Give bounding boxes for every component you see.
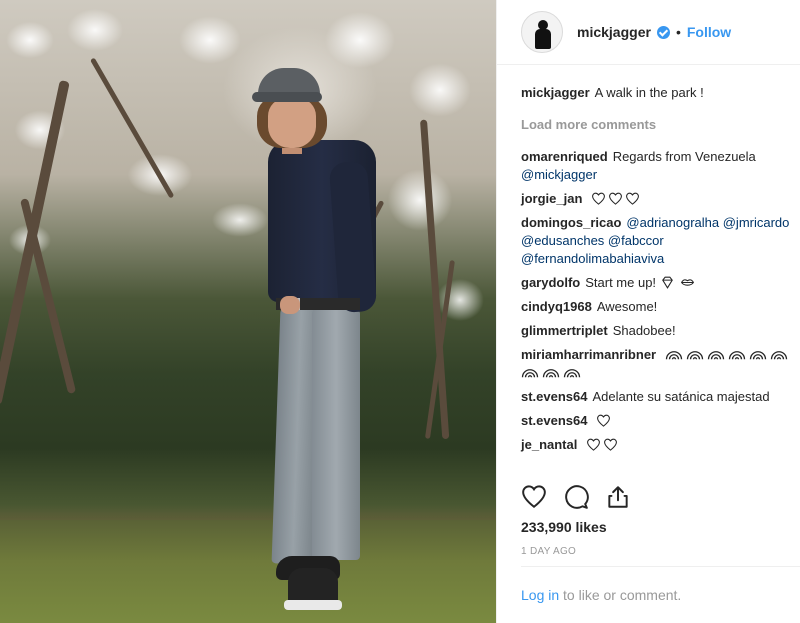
rainbow-emoji-icon — [665, 351, 682, 360]
heart-emoji-icon — [603, 438, 618, 451]
comment-mention[interactable]: @edusanches @fabccor — [521, 233, 664, 248]
comment-item: garydolfo Start me up! — [521, 274, 800, 292]
post-photo[interactable] — [0, 0, 496, 623]
photo-tree-branch — [20, 198, 77, 395]
comment-icon[interactable] — [563, 484, 589, 510]
post-header: mickjagger • Follow — [497, 0, 800, 65]
comment-item: omarenriqued Regards from Venezuela @mick… — [521, 148, 800, 184]
comment-text: Shadobee! — [612, 323, 676, 338]
verified-badge-icon — [656, 25, 670, 39]
comments-list: mickjagger A walk in the park ! Load more… — [521, 84, 800, 460]
rainbow-emoji-icon — [707, 351, 724, 360]
comment-username[interactable]: omarenriqued — [521, 149, 608, 164]
person-shoe-sole — [284, 600, 342, 610]
divider — [521, 566, 800, 567]
comment-mention[interactable]: @fernandolimabahiaviva — [521, 251, 664, 266]
share-icon[interactable] — [605, 484, 631, 510]
comment-text: Start me up! — [585, 275, 657, 290]
caption: mickjagger A walk in the park ! — [521, 84, 800, 102]
comment-text: Adelante su satánica majestad — [592, 389, 770, 404]
header-username[interactable]: mickjagger — [577, 24, 651, 40]
rainbow-emoji-icon — [542, 369, 560, 378]
header-separator: • — [675, 24, 681, 40]
comment-username[interactable]: je_nantal — [521, 437, 577, 452]
caption-text: A walk in the park ! — [594, 85, 704, 100]
rainbow-emoji-icon — [686, 351, 703, 360]
comment-mention[interactable]: @mickjagger — [521, 167, 597, 182]
rainbow-emoji-icon — [749, 351, 766, 360]
post-side-panel: mickjagger • Follow mickjagger A walk in … — [496, 0, 800, 623]
rainbow-emoji-icon — [521, 369, 539, 378]
login-prompt-text: to like or comment. — [563, 587, 682, 603]
rainbow-emoji-icon — [728, 351, 745, 360]
heart-icon[interactable] — [521, 484, 547, 510]
comment-item: st.evens64 — [521, 412, 800, 430]
heart-emoji-icon — [608, 192, 623, 205]
comment-item: st.evens64 Adelante su satánica majestad — [521, 388, 800, 406]
photo-grass — [0, 520, 496, 623]
person-face — [268, 98, 316, 148]
diamond-emoji-icon — [660, 276, 675, 289]
comment-item: cindyq1968 Awesome! — [521, 298, 800, 316]
heart-emoji-icon — [625, 192, 640, 205]
comment-username[interactable]: st.evens64 — [521, 389, 588, 404]
login-prompt: Log in to like or comment. — [521, 587, 681, 603]
likes-count[interactable]: 233,990 likes — [521, 519, 607, 535]
lips-emoji-icon — [680, 276, 695, 289]
comment-username[interactable]: domingos_ricao — [521, 215, 621, 230]
person-hand — [280, 296, 300, 314]
comment-username[interactable]: st.evens64 — [521, 413, 588, 428]
rainbow-emoji-icon — [770, 351, 787, 360]
heart-emoji-icon — [596, 414, 611, 427]
comment-username[interactable]: cindyq1968 — [521, 299, 592, 314]
avatar[interactable] — [521, 11, 563, 53]
post-timestamp: 1 DAY AGO — [521, 546, 577, 557]
follow-button[interactable]: Follow — [687, 24, 731, 40]
photo-tree-branch — [90, 57, 175, 199]
comment-text: Awesome! — [596, 299, 658, 314]
comment-username[interactable]: garydolfo — [521, 275, 580, 290]
comment-username[interactable]: jorgie_jan — [521, 191, 582, 206]
login-link[interactable]: Log in — [521, 587, 559, 603]
load-more-comments-button[interactable]: Load more comments — [521, 116, 800, 134]
comment-item: jorgie_jan — [521, 190, 800, 208]
comment-item: je_nantal — [521, 436, 800, 454]
comment-mention[interactable]: @adrianogralha @jmricardo — [626, 215, 789, 230]
comment-username[interactable]: miriamharrimanribner — [521, 347, 656, 362]
rainbow-emoji-icon — [563, 369, 581, 378]
comment-username[interactable]: glimmertriplet — [521, 323, 608, 338]
heart-emoji-icon — [591, 192, 606, 205]
comment-item: glimmertriplet Shadobee! — [521, 322, 800, 340]
comment-text: Regards from Venezuela — [612, 149, 756, 164]
caption-username[interactable]: mickjagger — [521, 85, 590, 100]
post-actions — [521, 484, 631, 510]
comment-item: domingos_ricao @adrianogralha @jmricardo … — [521, 214, 800, 268]
heart-emoji-icon — [586, 438, 601, 451]
person-leg — [312, 308, 360, 560]
person-hat-brim — [252, 92, 322, 102]
comment-item: miriamharrimanribner — [521, 346, 800, 382]
avatar-figure-body — [535, 29, 551, 49]
